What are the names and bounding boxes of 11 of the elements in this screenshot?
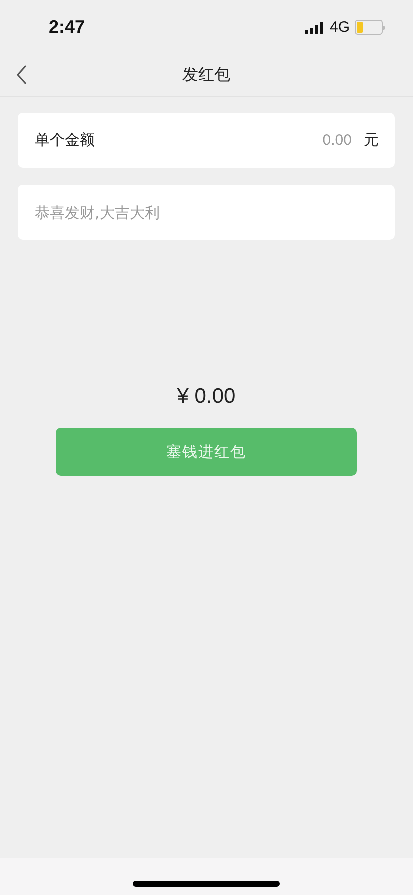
signal-icon: [304, 22, 325, 34]
greeting-field[interactable]: 恭喜发财,大吉大利: [18, 185, 395, 240]
page-title: 发红包: [182, 65, 230, 86]
amount-field[interactable]: 单个金额 0.00 元: [18, 113, 395, 168]
status-time: 2:47: [49, 17, 86, 38]
amount-label: 单个金额: [35, 131, 95, 150]
network-type: 4G: [330, 19, 350, 36]
total-amount: ¥ 0.00: [177, 385, 236, 409]
unit-label: 元: [364, 131, 379, 150]
amount-input[interactable]: 0.00: [105, 131, 354, 150]
battery-icon: [355, 20, 385, 35]
